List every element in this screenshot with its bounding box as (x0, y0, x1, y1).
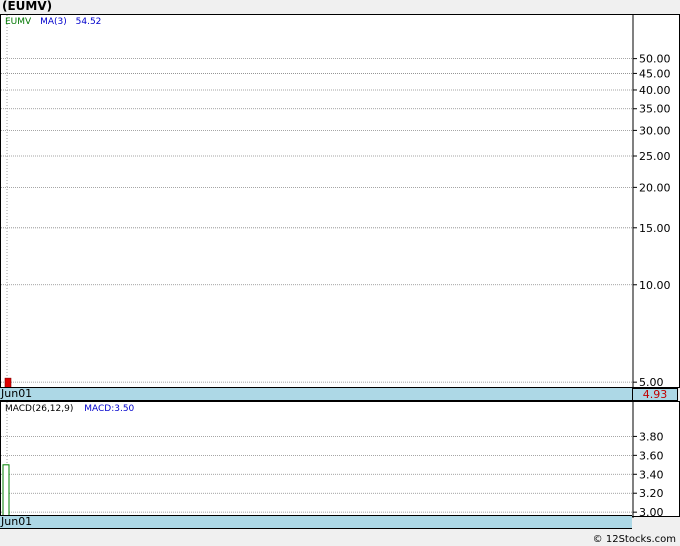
price-date-strip: Jun01 (0, 387, 632, 401)
macd-legend-value: MACD:3.50 (84, 404, 135, 414)
y-tick-label: 20.00 (639, 181, 671, 194)
macd-bar (2, 464, 10, 519)
y-tick-label: 3.20 (639, 487, 664, 500)
macd-panel: 3.00 3.20 3.40 3.60 3.80 MACD(26,12,9) MACD:… (0, 401, 680, 519)
macd-legend-params: MACD(26,12,9) (5, 404, 74, 414)
price-legend: EUMV MA(3) 54.52 (5, 17, 101, 27)
macd-date-label: Jun01 (1, 515, 33, 528)
y-tick-label: 45.00 (639, 67, 671, 80)
y-tick-label: 3.80 (639, 430, 664, 443)
y-tick-label: 3.40 (639, 468, 664, 481)
y-tick-label: 50.00 (639, 53, 671, 66)
legend-ma-label: MA(3) (40, 17, 67, 27)
y-tick-label: 3.60 (639, 449, 664, 462)
macd-plot: 3.00 3.20 3.40 3.60 3.80 (1, 402, 664, 519)
y-tick-label: 3.00 (639, 506, 664, 519)
y-tick-label: 25.00 (639, 150, 671, 163)
price-plot: 5.0010.0015.0020.0025.0030.0035.0040.004… (1, 15, 671, 390)
y-tick-label: 35.00 (639, 103, 671, 116)
macd-legend: MACD(26,12,9) MACD:3.50 (5, 404, 134, 414)
price-panel: 5.00 10.00 15.00 20.00 25.00 30.00 35.00 40.00 4… (0, 14, 680, 390)
y-tick-label: 10.00 (639, 279, 671, 292)
last-price-badge: 4.93 (632, 388, 678, 401)
y-tick-label: 15.00 (639, 222, 671, 235)
legend-ma-value: 54.52 (75, 17, 102, 27)
y-tick-label: 30.00 (639, 124, 671, 137)
legend-symbol: EUMV (5, 17, 32, 27)
macd-date-strip: Jun01 (0, 515, 632, 529)
site-credit: © 12Stocks.com (592, 534, 676, 545)
price-date-label: Jun01 (1, 387, 33, 400)
chart-title: (EUMV) (2, 0, 53, 13)
y-tick-label: 40.00 (639, 84, 671, 97)
